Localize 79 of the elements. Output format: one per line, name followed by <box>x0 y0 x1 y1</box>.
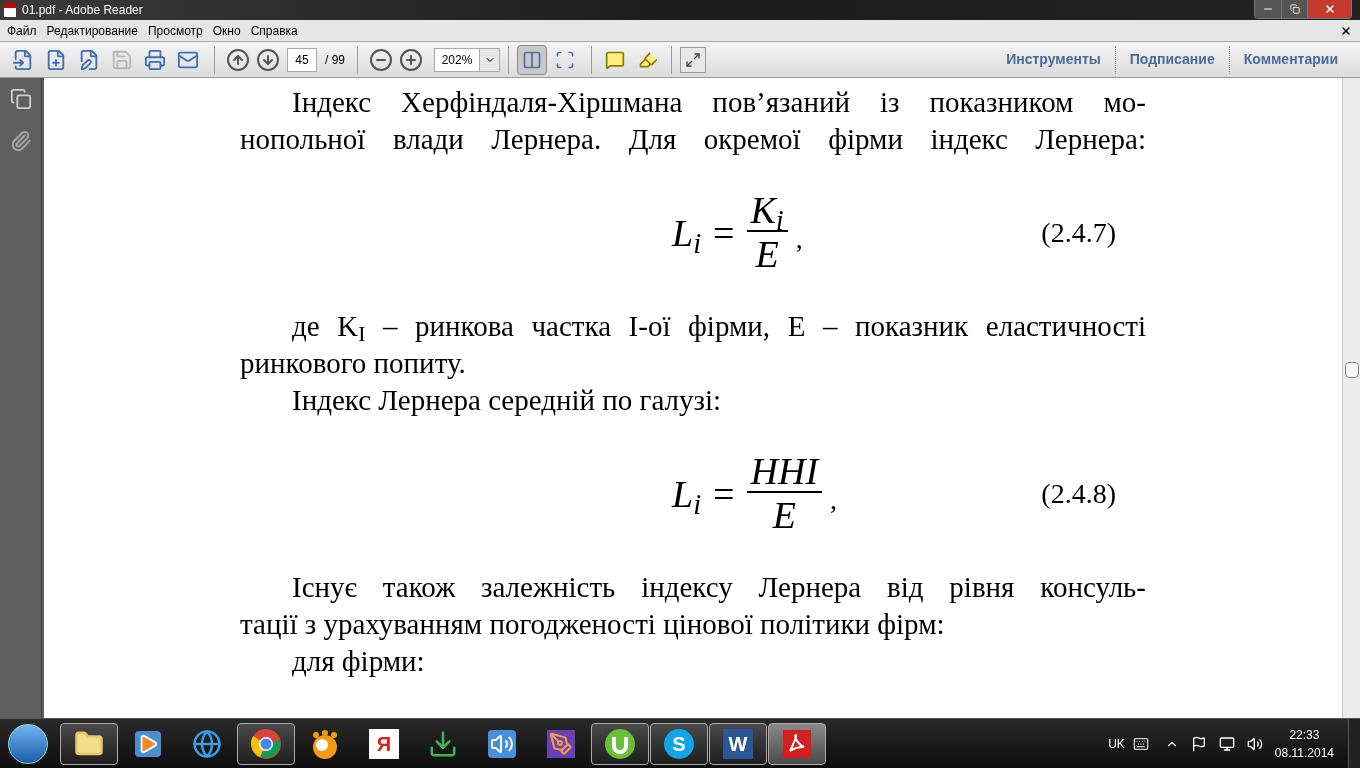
equation-number: (2.4.7) <box>1041 216 1116 250</box>
browser-icon <box>250 727 282 760</box>
menu-item[interactable]: Файл <box>2 21 42 40</box>
create-file-icon <box>45 48 67 71</box>
fit-width-icon <box>522 49 542 70</box>
language-indicator[interactable]: UK <box>1108 734 1125 753</box>
print-icon <box>144 48 166 71</box>
menu-item[interactable]: Редактирование <box>41 21 143 40</box>
equals-sign: = <box>713 471 735 517</box>
text-line: для фірми: <box>291 644 426 679</box>
fraction-denominator: E <box>755 232 779 276</box>
open-file-icon <box>12 48 34 71</box>
pane-tab[interactable]: Подписание <box>1115 49 1229 70</box>
pen-app-icon <box>547 729 575 758</box>
menu-item[interactable]: Справка <box>245 21 303 40</box>
formula-lhs: L$_{i}$ <box>672 210 702 261</box>
text-line: тації з урахуванням погодженості цінової політики фірм: <box>240 607 946 642</box>
expand-icon <box>685 51 701 68</box>
menu-item[interactable]: Просмотр <box>142 21 208 40</box>
zoom-dropdown[interactable]: 202% <box>434 47 500 72</box>
restore-icon <box>1289 4 1300 14</box>
close-icon <box>1323 3 1336 15</box>
formula-lhs: L$_{i}$ <box>672 471 702 522</box>
zoom-out-icon <box>369 47 393 72</box>
torrent-icon <box>604 727 636 760</box>
close-icon[interactable] <box>1340 24 1352 37</box>
text-line: Індекс Херфіндаля-Хіршмана пов’язаний із показником мо- <box>291 85 1146 120</box>
pane-tab[interactable]: Комментарии <box>1229 49 1352 70</box>
menu-item[interactable]: Окно <box>207 21 246 40</box>
taskbar-app-button[interactable]: W <box>709 722 767 765</box>
page-total: / 99 <box>325 51 345 69</box>
taskbar-app-button[interactable]: Я <box>355 722 413 765</box>
pdf-reader-icon <box>782 728 812 759</box>
highlighter-icon <box>638 49 658 70</box>
speech-bubble-icon <box>605 49 625 70</box>
taskbar-app-button[interactable] <box>591 722 649 765</box>
full-screen-button[interactable] <box>680 46 706 73</box>
fraction-numerator: HHI <box>749 451 821 491</box>
pages-icon[interactable] <box>9 88 32 110</box>
paperclip-icon[interactable] <box>9 130 32 152</box>
keyboard-icon[interactable] <box>1132 735 1149 752</box>
minimize-button[interactable] <box>1255 0 1281 18</box>
window-title: 01.pdf - Adobe Reader <box>22 2 143 19</box>
audio-icon <box>488 729 516 758</box>
scrollbar[interactable] <box>1342 78 1360 718</box>
fraction-denominator: E <box>772 493 796 537</box>
arrow-down-icon <box>256 47 280 72</box>
fraction-numerator: K$_{i}$ <box>749 190 785 230</box>
formula-comma: , <box>795 222 803 256</box>
text-line: Існує також залежність індексу Лернера від рівня консуль- <box>291 570 1146 605</box>
restore-button[interactable] <box>1281 0 1307 18</box>
taskbar-app-button[interactable] <box>768 722 826 765</box>
media-player-icon <box>135 730 161 757</box>
save-icon <box>111 48 133 71</box>
browser-icon <box>192 728 222 759</box>
text-line: нопольної влади Лернера. Для окремої фірми індекс Лернера: <box>240 122 1146 157</box>
network-icon[interactable] <box>1218 735 1235 752</box>
formula-comma: , <box>830 483 838 517</box>
text-line: де K$_{I}$ – ринкова частка I-ої фірми, E – показник еластичності <box>291 309 1146 345</box>
close-button[interactable] <box>1307 0 1351 18</box>
clock[interactable]: 22:33 08.11.2014 <box>1274 725 1334 762</box>
fit-width-button[interactable] <box>517 44 547 75</box>
flag-icon[interactable] <box>1190 735 1207 752</box>
fit-page-icon <box>555 49 575 70</box>
pane-tab[interactable]: Инструменты <box>992 49 1115 70</box>
page-number-field[interactable]: 45 <box>287 47 317 72</box>
equals-sign: = <box>713 210 735 256</box>
volume-icon[interactable] <box>1246 735 1263 752</box>
taskbar-app-button[interactable] <box>60 722 118 765</box>
text-line: ринкового попиту. <box>240 346 467 381</box>
pdf-file-icon <box>2 2 18 18</box>
equation-number: (2.4.8) <box>1041 477 1116 511</box>
zoom-in-icon <box>399 47 423 72</box>
scrollbar-thumb[interactable] <box>1344 362 1359 378</box>
edit-file-icon <box>78 48 100 71</box>
taskbar-app-button[interactable] <box>237 722 295 765</box>
start-button[interactable] <box>8 723 48 764</box>
text-line: Індекс Лернера середній по галузі: <box>291 383 723 418</box>
arrow-up-icon <box>226 47 250 72</box>
